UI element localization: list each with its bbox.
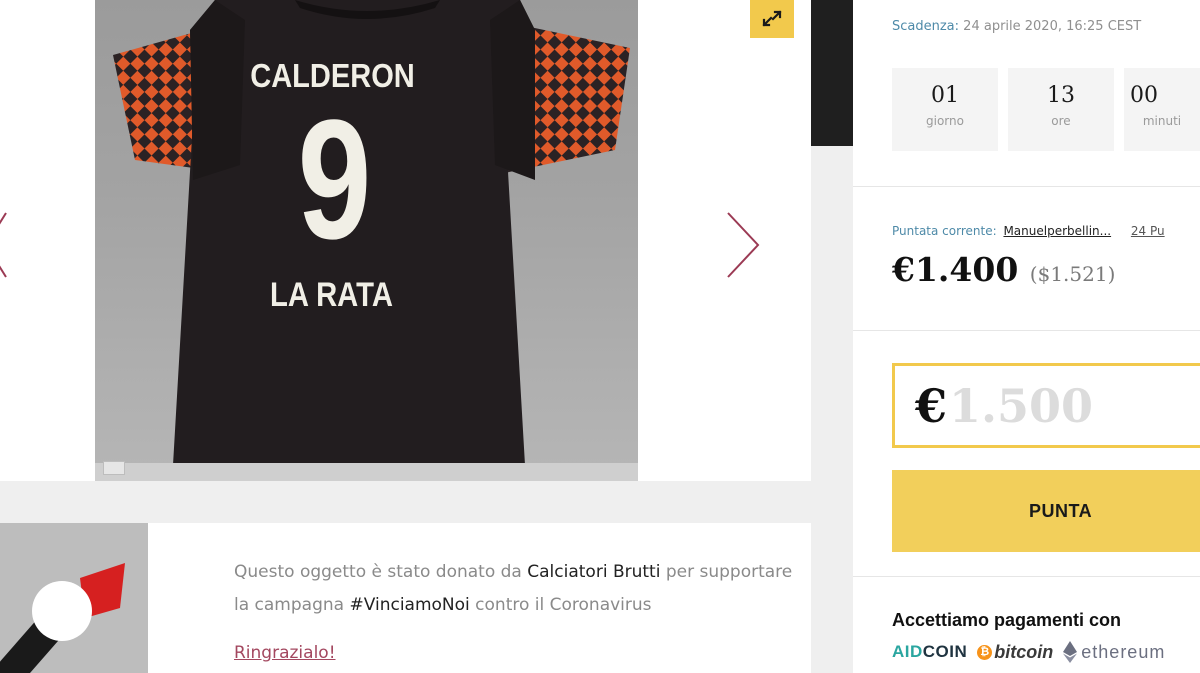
jersey-photo: CALDERON 9 LA RATA	[95, 0, 638, 481]
wall-socket	[103, 461, 125, 475]
thank-donor-link[interactable]: Ringrazialo!	[234, 643, 336, 663]
auction-deadline: Scadenza: 24 aprile 2020, 16:25 CEST	[892, 19, 1141, 34]
donor-text-prefix: Questo oggetto è stato donato da	[234, 562, 528, 582]
ethereum-label: ethereum	[1081, 641, 1166, 662]
countdown-hours: 13 ore	[1008, 68, 1114, 151]
donor-description: Questo oggetto è stato donato da Calciat…	[234, 556, 794, 622]
current-price: €1.400 ($1.521)	[892, 250, 1115, 289]
current-bid-label: Puntata corrente:	[892, 224, 997, 238]
aidcoin-coin: COIN	[922, 642, 968, 661]
grey-gutter	[811, 146, 853, 673]
countdown-minutes-value: 00	[1130, 83, 1158, 108]
panel-divider	[853, 330, 1200, 331]
expand-button[interactable]	[750, 0, 794, 38]
bid-amount-input[interactable]	[949, 378, 1190, 433]
panel-divider	[853, 576, 1200, 577]
countdown-hours-label: ore	[1051, 114, 1071, 128]
jersey-player-number: 9	[297, 85, 372, 275]
deadline-value: 24 aprile 2020, 16:25 CEST	[963, 19, 1142, 34]
countdown-hours-value: 13	[1047, 83, 1075, 108]
bid-currency-symbol: €	[915, 378, 948, 433]
current-bidder-link[interactable]: Manuelperbellin...	[1003, 224, 1111, 238]
countdown-minutes-label: minuti	[1142, 114, 1182, 128]
bid-count-link[interactable]: 24 Pu	[1131, 224, 1165, 238]
current-price-usd: ($1.521)	[1029, 262, 1116, 286]
current-bid-meta: Puntata corrente: Manuelperbellin... 24 …	[892, 224, 1165, 238]
chevron-left-icon	[0, 212, 7, 278]
dark-sidebar-strip	[811, 0, 853, 146]
bitcoin-icon: ₿	[977, 644, 993, 660]
countdown-days-value: 01	[931, 83, 959, 108]
donor-text-suffix: contro il Coronavirus	[469, 595, 652, 615]
previous-image-button[interactable]	[0, 205, 22, 285]
aidcoin-logo: AIDCOIN	[892, 642, 967, 662]
next-image-button[interactable]	[722, 205, 762, 285]
countdown-days-label: giorno	[926, 114, 964, 128]
bid-panel: Scadenza: 24 aprile 2020, 16:25 CEST 01 …	[853, 0, 1200, 673]
bitcoin-logo: ₿ bitcoin	[977, 642, 1053, 663]
bid-amount-field[interactable]: €	[892, 363, 1200, 448]
donor-logo-graphic	[0, 563, 125, 673]
payment-methods: AIDCOIN ₿ bitcoin ethereum	[892, 641, 1165, 663]
ethereum-icon	[1063, 641, 1078, 663]
place-bid-button[interactable]: PUNTA	[892, 470, 1200, 552]
chevron-right-icon	[727, 212, 760, 278]
donor-logo	[0, 523, 148, 673]
current-price-eur: €1.400	[892, 250, 1019, 289]
donor-info-card: Questo oggetto è stato donato da Calciat…	[148, 523, 811, 673]
section-divider-band	[0, 481, 811, 523]
donor-name: Calciatori Brutti	[527, 562, 661, 582]
deadline-label: Scadenza:	[892, 19, 960, 34]
payments-title: Accettiamo pagamenti con	[892, 610, 1122, 630]
panel-divider	[853, 186, 1200, 187]
ethereum-logo: ethereum	[1063, 641, 1165, 663]
jersey-player-nickname: LA RATA	[270, 276, 393, 314]
countdown-minutes: 00 minuti	[1124, 68, 1200, 151]
bitcoin-label: bitcoin	[994, 641, 1054, 662]
expand-icon	[762, 10, 782, 27]
campaign-hashtag: #VinciamoNoi	[349, 595, 470, 615]
aidcoin-aid: AID	[892, 642, 923, 661]
wall-baseboard	[95, 463, 638, 481]
countdown-days: 01 giorno	[892, 68, 998, 151]
image-gallery: CALDERON 9 LA RATA	[0, 0, 811, 481]
